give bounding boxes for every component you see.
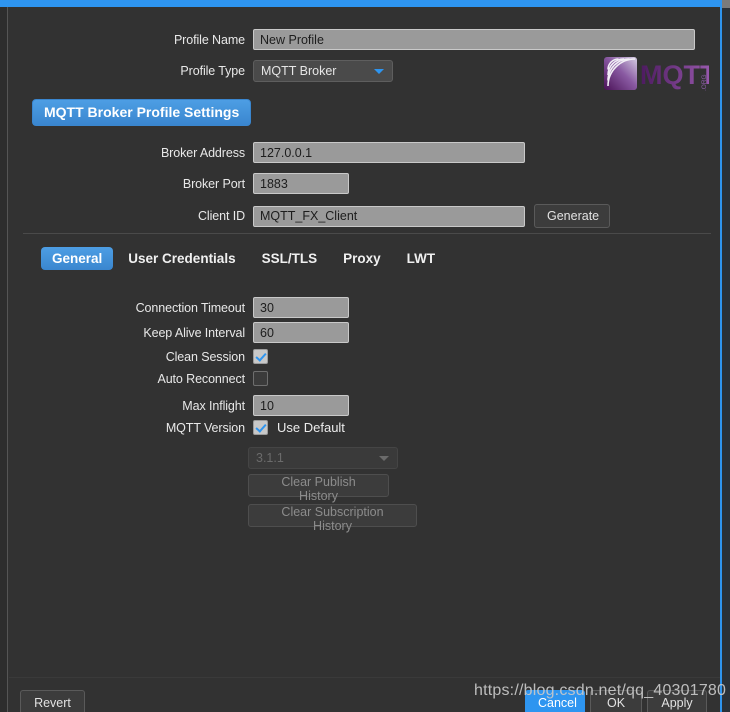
broker-port-label: Broker Port bbox=[182, 176, 245, 191]
connection-timeout-row: Connection Timeout bbox=[9, 297, 725, 318]
connection-timeout-label: Connection Timeout bbox=[135, 300, 245, 315]
cancel-button[interactable]: Cancel bbox=[525, 690, 585, 712]
max-inflight-row: Max Inflight bbox=[9, 395, 725, 416]
profile-name-label: Profile Name bbox=[173, 32, 245, 47]
tab-general[interactable]: General bbox=[41, 247, 114, 270]
mqtt-logo-svg: MQTT .ORG bbox=[604, 57, 717, 91]
chevron-down-icon bbox=[379, 456, 389, 461]
client-id-row: Client ID Generate bbox=[9, 204, 725, 228]
profile-type-select[interactable]: MQTT Broker bbox=[253, 60, 393, 82]
mqtt-version-selected-value: 3.1.1 bbox=[256, 451, 284, 465]
window-left-rail bbox=[0, 7, 8, 712]
max-inflight-label: Max Inflight bbox=[182, 398, 245, 413]
auto-reconnect-checkbox[interactable] bbox=[253, 371, 268, 386]
revert-button[interactable]: Revert bbox=[20, 690, 85, 712]
keep-alive-row: Keep Alive Interval bbox=[9, 322, 725, 343]
client-id-label: Client ID bbox=[197, 209, 245, 223]
broker-port-input[interactable] bbox=[253, 173, 349, 194]
clear-publish-history-button[interactable]: Clear Publish History bbox=[248, 474, 389, 503]
chevron-down-icon bbox=[374, 69, 384, 74]
tab-lwt[interactable]: LWT bbox=[396, 247, 447, 270]
dialog-canvas: Profile Name Profile Type MQTT Broker bbox=[9, 7, 720, 712]
tab-ssl-tls[interactable]: SSL/TLS bbox=[251, 247, 329, 270]
clean-session-label: Clean Session bbox=[165, 349, 245, 364]
profile-type-selected-value: MQTT Broker bbox=[261, 64, 337, 78]
mqtt-logo-org-text: .ORG bbox=[701, 74, 708, 91]
footer-divider bbox=[9, 677, 720, 678]
broker-port-row: Broker Port bbox=[9, 173, 725, 194]
keep-alive-interval-label: Keep Alive Interval bbox=[143, 325, 245, 340]
profile-type-label: Profile Type bbox=[180, 64, 245, 78]
mqtt-version-label: MQTT Version bbox=[165, 420, 245, 435]
mqtt-version-row: MQTT Version Use Default bbox=[9, 420, 725, 435]
ok-button[interactable]: OK bbox=[590, 690, 642, 712]
mqtt-logo-wordmark: MQTT bbox=[640, 60, 709, 90]
use-default-label: Use Default bbox=[277, 420, 345, 435]
use-default-version-checkbox[interactable] bbox=[253, 420, 268, 435]
clean-session-checkbox[interactable] bbox=[253, 349, 268, 364]
auto-reconnect-label: Auto Reconnect bbox=[157, 371, 245, 386]
keep-alive-interval-input[interactable] bbox=[253, 322, 349, 343]
apply-button[interactable]: Apply bbox=[647, 690, 707, 712]
window-top-accent bbox=[0, 0, 730, 7]
window-corner-handle bbox=[722, 0, 730, 8]
mqtt-version-select[interactable]: 3.1.1 bbox=[248, 447, 398, 469]
profile-name-input[interactable] bbox=[253, 29, 695, 50]
generate-client-id-button[interactable]: Generate bbox=[534, 204, 610, 228]
auto-reconnect-row: Auto Reconnect bbox=[9, 371, 725, 386]
client-id-input[interactable] bbox=[253, 205, 525, 227]
section-divider bbox=[23, 233, 711, 234]
mqtt-org-logo: MQTT .ORG bbox=[604, 55, 717, 93]
profile-name-row: Profile Name bbox=[9, 29, 725, 50]
broker-address-label: Broker Address bbox=[160, 145, 245, 160]
broker-address-row: Broker Address bbox=[9, 142, 725, 163]
max-inflight-input[interactable] bbox=[253, 395, 349, 416]
settings-tabs: General User Credentials SSL/TLS Proxy L… bbox=[41, 247, 446, 270]
connection-timeout-input[interactable] bbox=[253, 297, 349, 318]
section-title-button[interactable]: MQTT Broker Profile Settings bbox=[32, 99, 252, 126]
profile-settings-dialog: Profile Name Profile Type MQTT Broker bbox=[0, 0, 730, 712]
tab-proxy[interactable]: Proxy bbox=[332, 247, 392, 270]
tab-user-credentials[interactable]: User Credentials bbox=[117, 247, 246, 270]
broker-address-input[interactable] bbox=[253, 142, 525, 163]
clear-subscription-history-button[interactable]: Clear Subscription History bbox=[248, 504, 417, 533]
clean-session-row: Clean Session bbox=[9, 349, 725, 364]
